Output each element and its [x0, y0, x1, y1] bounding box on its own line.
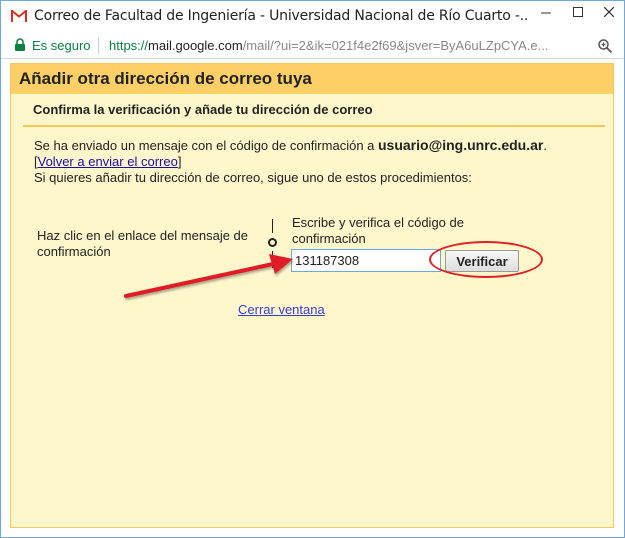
- close-window-link[interactable]: Cerrar ventana: [238, 302, 325, 317]
- subheader-text: Confirma la verificación y añade tu dire…: [33, 102, 373, 117]
- info-line-sent: Se ha enviado un mensaje con el código d…: [34, 137, 547, 154]
- confirmation-code-input[interactable]: [291, 249, 441, 272]
- address-bar[interactable]: Es seguro https://mail.google.com/mail/?…: [1, 33, 624, 59]
- url-path: /mail/?ui=2&ik=021f4e2f69&jsver=ByA6uLZp…: [242, 38, 549, 53]
- url-host: mail.google.com: [148, 38, 243, 53]
- resend-bracket-close: ]: [177, 154, 182, 169]
- dialog-header: Añadir otra dirección de correo tuya: [11, 64, 613, 94]
- info-sent-suffix: .: [543, 138, 547, 153]
- add-email-dialog: Añadir otra dirección de correo tuya Con…: [10, 63, 614, 528]
- gmail-icon: [11, 10, 27, 22]
- info-text: Se ha enviado un mensaje con el código d…: [34, 137, 547, 186]
- maximize-icon: [573, 7, 583, 17]
- zoom-icon[interactable]: [597, 38, 613, 54]
- window-title: Correo de Facultad de Ingeniería - Unive…: [34, 8, 529, 24]
- separator-line-top: [272, 219, 273, 233]
- resend-email-link[interactable]: Volver a enviar el correo: [38, 154, 178, 169]
- info-sent-prefix: Se ha enviado un mensaje con el código d…: [34, 138, 378, 153]
- close-window-button[interactable]: [594, 1, 624, 23]
- secure-label: Es seguro: [32, 38, 91, 53]
- dialog-title: Añadir otra dirección de correo tuya: [19, 69, 312, 88]
- annotation-arrow: [124, 254, 293, 298]
- title-bar: Correo de Facultad de Ingeniería - Unive…: [1, 1, 624, 33]
- minimize-button[interactable]: [531, 1, 561, 23]
- url-scheme: https://: [109, 38, 149, 53]
- url-field[interactable]: https://mail.google.com/mail/?ui=2&ik=02…: [109, 38, 589, 53]
- maximize-button[interactable]: [563, 1, 593, 23]
- dialog-subheader: Confirma la verificación y añade tu dire…: [23, 100, 605, 127]
- url-divider: [98, 37, 99, 54]
- info-line-resend: [Volver a enviar el correo]: [34, 154, 547, 170]
- browser-window: Correo de Facultad de Ingeniería - Unive…: [0, 0, 625, 538]
- lock-icon: [15, 38, 25, 51]
- minimize-icon: [541, 12, 551, 14]
- email-address: usuario@ing.unrc.edu.ar: [378, 137, 544, 153]
- close-icon: [604, 7, 614, 17]
- info-line-instructions: Si quieres añadir tu dirección de correo…: [34, 170, 472, 185]
- highlight-ellipse: [429, 241, 543, 278]
